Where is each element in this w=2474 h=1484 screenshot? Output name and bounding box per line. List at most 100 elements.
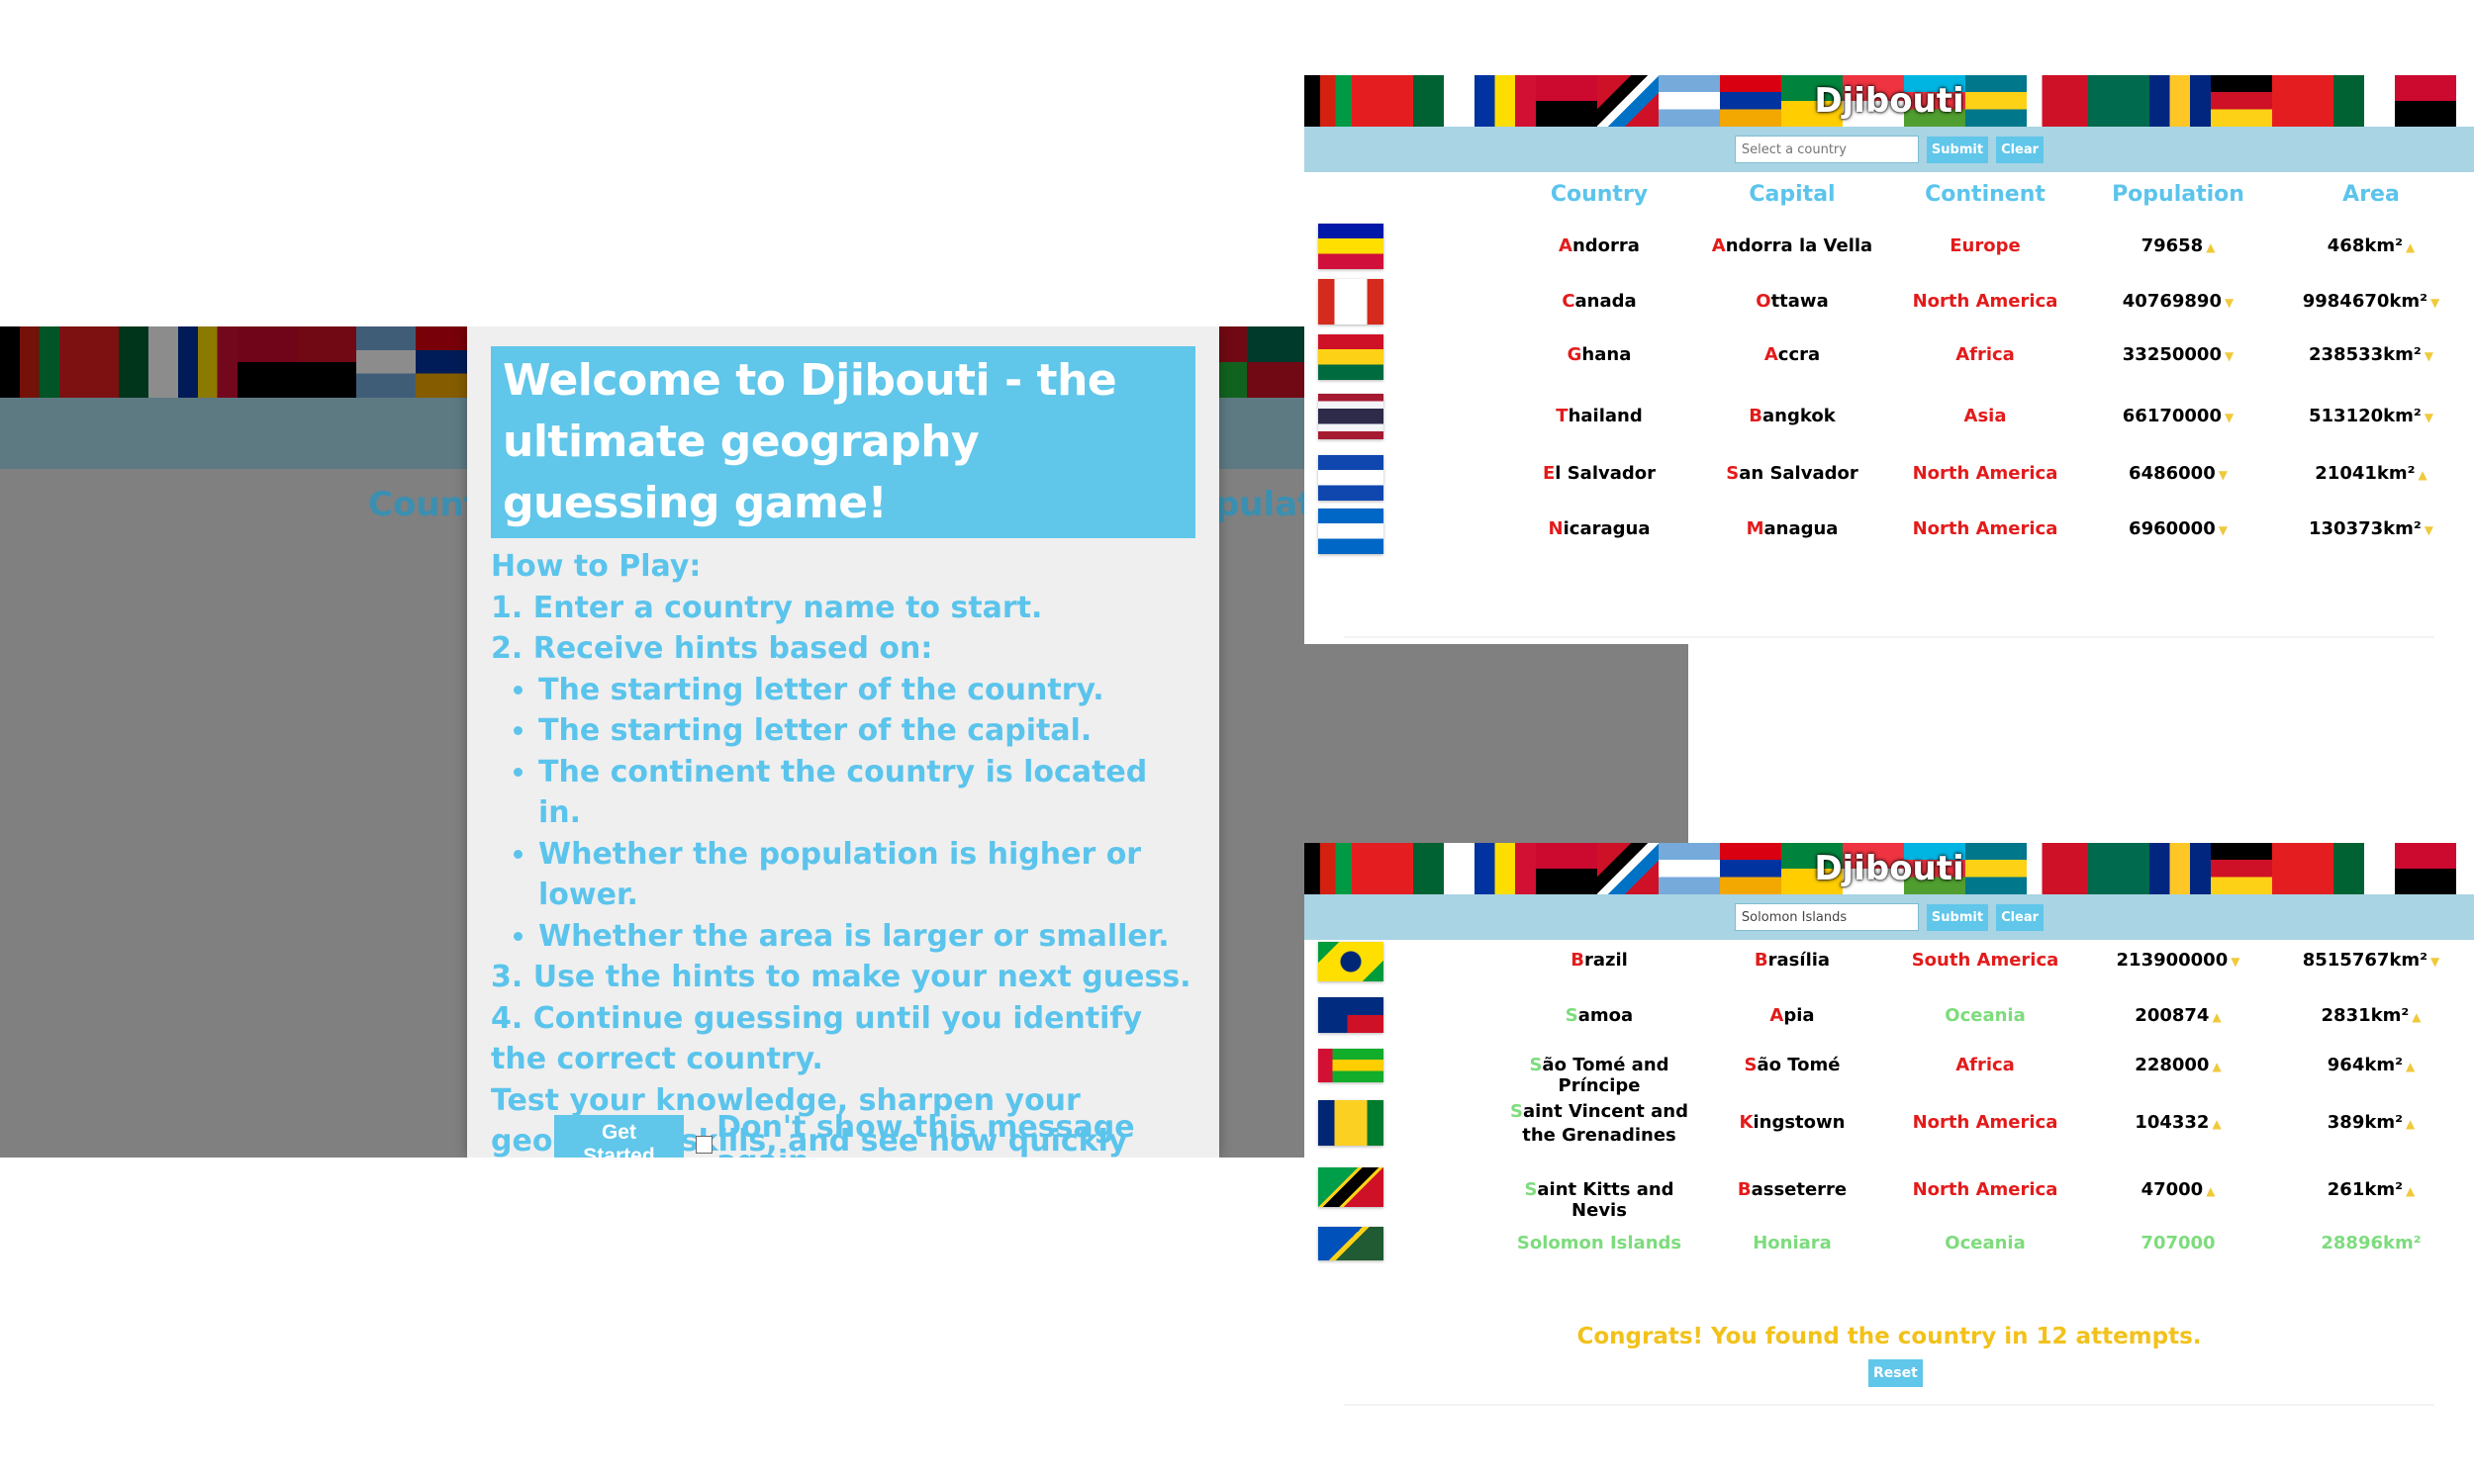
cell-capital: San Salvador xyxy=(1726,463,1858,484)
cell-population: 33250000 ▼ xyxy=(2122,344,2235,365)
flag-image xyxy=(1318,455,1383,501)
flag-image xyxy=(1318,224,1383,269)
cell-country: Solomon Islands xyxy=(1516,1233,1682,1253)
cell-country: Brazil xyxy=(1570,950,1628,971)
cell-continent: South America xyxy=(1911,950,2059,971)
step-3: 3. Use the hints to make your next guess… xyxy=(491,960,1191,994)
submit-button[interactable]: Submit xyxy=(1926,136,1989,163)
cell-country: Saint Kitts and Nevis xyxy=(1524,1179,1674,1221)
game-in-progress-screenshot: Djibouti Submit Clear Country Capital Co… xyxy=(1304,75,2474,644)
step-1: 1. Enter a country name to start. xyxy=(491,590,1043,625)
cell-continent: Africa xyxy=(1955,1055,2015,1075)
dont-show-label: Don't show this message again. xyxy=(716,1110,1135,1158)
cell-area: 964km² ▲ xyxy=(2327,1055,2416,1075)
clear-button[interactable]: Clear xyxy=(1996,136,2045,163)
how-to-play-heading: How to Play: xyxy=(491,549,702,584)
flag-image xyxy=(1318,942,1383,981)
arrow-up-icon: ▲ xyxy=(2212,1060,2222,1073)
arrow-up-icon: ▲ xyxy=(2418,468,2427,482)
cell-population: 6486000 ▼ xyxy=(2129,463,2228,484)
cell-population: 228000 ▲ xyxy=(2135,1055,2222,1075)
app-brand: Djibouti xyxy=(1814,849,1964,888)
arrow-up-icon: ▲ xyxy=(2412,1010,2422,1024)
welcome-modal: Welcome to Djibouti - the ultimate geogr… xyxy=(467,326,1219,1158)
arrow-up-icon: ▲ xyxy=(2405,1060,2416,1073)
arrow-down-icon: ▼ xyxy=(2224,296,2235,310)
table-header: Country Capital Continent Population Are… xyxy=(1304,182,2474,218)
cell-population: 200874 ▲ xyxy=(2135,1005,2222,1026)
step-2: 2. Receive hints based on: xyxy=(491,631,933,666)
flag-image xyxy=(1318,1049,1383,1082)
search-bar: Submit Clear xyxy=(1304,894,2474,940)
cell-country: El Salvador xyxy=(1542,463,1657,484)
cell-capital: Accra xyxy=(1763,344,1821,365)
cell-continent: Europe xyxy=(1950,235,2021,256)
cell-population: 47000 ▲ xyxy=(2141,1179,2216,1200)
cell-area: 21041km² ▲ xyxy=(2315,463,2427,484)
arrow-up-icon: ▲ xyxy=(2405,1117,2416,1131)
cell-country: Nicaragua xyxy=(1548,518,1651,539)
column-header-area: Area xyxy=(2342,182,2400,207)
arrow-up-icon: ▲ xyxy=(2405,1184,2416,1198)
flag-image xyxy=(1318,394,1383,439)
arrow-up-icon: ▲ xyxy=(2206,1184,2216,1198)
column-header-population: Population xyxy=(2112,182,2244,207)
cell-continent: Asia xyxy=(1963,406,2007,426)
cell-continent: North America xyxy=(1912,1179,2058,1200)
hint-item: The starting letter of the country. xyxy=(538,670,1195,711)
cell-area: 2831km² ▲ xyxy=(2321,1005,2422,1026)
arrow-up-icon: ▲ xyxy=(2206,240,2216,254)
cell-continent: North America xyxy=(1912,1112,2058,1133)
cell-continent: Africa xyxy=(1955,344,2015,365)
cell-country: Canada xyxy=(1562,291,1637,312)
country-search-input[interactable] xyxy=(1734,136,1919,163)
flag-image xyxy=(1318,1227,1383,1260)
modal-body: How to Play: 1. Enter a country name to … xyxy=(467,538,1219,1158)
cell-area: 238533km² ▼ xyxy=(2309,344,2433,365)
get-started-button[interactable]: Get Started xyxy=(554,1115,684,1158)
arrow-up-icon: ▲ xyxy=(2212,1010,2222,1024)
cell-continent: North America xyxy=(1912,463,2058,484)
hint-item: The starting letter of the capital. xyxy=(538,710,1195,752)
cell-area: 9984670km² ▼ xyxy=(2302,291,2440,312)
reset-button[interactable]: Reset xyxy=(1868,1359,1923,1387)
cell-capital: Apia xyxy=(1769,1005,1815,1026)
flag-image xyxy=(1318,1100,1383,1146)
country-search-input[interactable] xyxy=(1734,903,1919,931)
arrow-down-icon: ▼ xyxy=(2224,349,2235,363)
flag-image xyxy=(1318,334,1383,380)
cell-capital: Managua xyxy=(1746,518,1839,539)
cell-capital: Ottawa xyxy=(1756,291,1829,312)
arrow-down-icon: ▼ xyxy=(2218,468,2228,482)
cell-area: 468km² ▲ xyxy=(2327,235,2416,256)
cell-population: 213900000 ▼ xyxy=(2116,950,2240,971)
column-header-country: Country xyxy=(1550,182,1649,207)
dont-show-checkbox[interactable] xyxy=(695,1136,714,1154)
cell-country: São Tomé and Príncipe xyxy=(1529,1055,1669,1096)
cell-population: 40769890 ▼ xyxy=(2122,291,2235,312)
arrow-down-icon: ▼ xyxy=(2218,523,2228,537)
cell-continent: North America xyxy=(1912,291,2058,312)
arrow-down-icon: ▼ xyxy=(2430,296,2440,310)
hint-list: The starting letter of the country. The … xyxy=(491,670,1195,958)
hint-item: Whether the population is higher or lowe… xyxy=(538,834,1195,916)
step-4: 4. Continue guessing until you identify … xyxy=(491,1000,1143,1077)
cell-capital: Honiara xyxy=(1753,1233,1832,1253)
arrow-down-icon: ▼ xyxy=(2424,349,2433,363)
cell-population: 66170000 ▼ xyxy=(2122,406,2235,426)
cell-capital: São Tomé xyxy=(1744,1055,1841,1075)
cell-country: Andorra xyxy=(1559,235,1640,256)
cell-continent: Oceania xyxy=(1945,1233,2026,1253)
submit-button[interactable]: Submit xyxy=(1926,903,1989,931)
cell-area: 261km² ▲ xyxy=(2327,1179,2416,1200)
congrats-message: Congrats! You found the country in 12 at… xyxy=(1576,1324,2202,1349)
flag-image xyxy=(1318,279,1383,325)
arrow-down-icon: ▼ xyxy=(2424,523,2433,537)
cell-area: 389km² ▲ xyxy=(2327,1112,2416,1133)
search-bar: Submit Clear xyxy=(1304,127,2474,172)
cell-area: 28896km² xyxy=(2321,1233,2422,1253)
clear-button[interactable]: Clear xyxy=(1996,903,2045,931)
cell-population: 707000 xyxy=(2141,1233,2216,1253)
cell-area: 8515767km² ▼ xyxy=(2302,950,2440,971)
cell-country: Saint Vincent and the Grenadines xyxy=(1510,1101,1688,1146)
